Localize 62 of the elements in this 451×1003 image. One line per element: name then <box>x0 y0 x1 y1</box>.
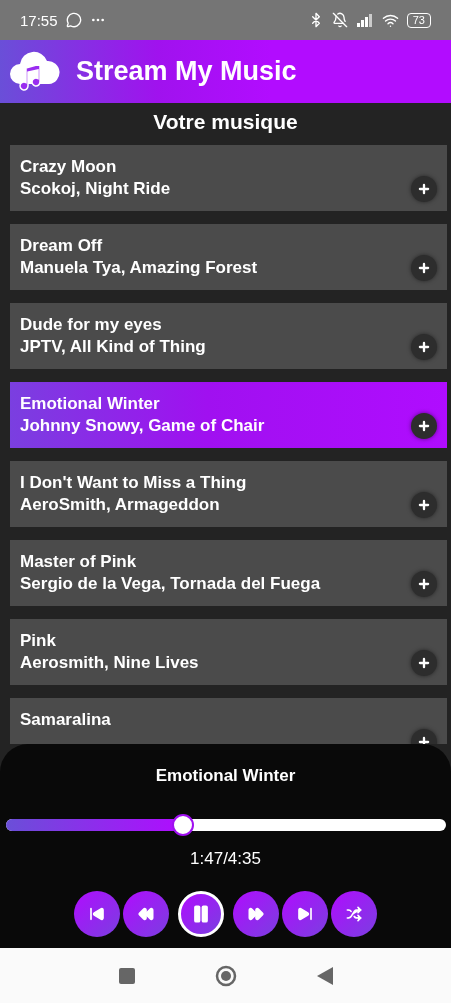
song-title: Dude for my eyes <box>20 315 163 335</box>
song-item[interactable]: Emotional Winter Johnny Snowy, Game of Chair <box>10 382 447 448</box>
add-button[interactable] <box>411 334 437 360</box>
add-button[interactable] <box>411 571 437 597</box>
signal-icon <box>355 13 374 27</box>
song-item[interactable]: Pink Aerosmith, Nine Lives <box>10 619 447 685</box>
add-button[interactable] <box>411 492 437 518</box>
add-button[interactable] <box>411 650 437 676</box>
recent-apps-icon[interactable] <box>118 967 135 984</box>
slider-thumb[interactable] <box>171 814 194 836</box>
plus-icon <box>417 182 431 196</box>
add-button[interactable] <box>411 176 437 202</box>
rewind-button[interactable] <box>123 891 169 937</box>
song-title: I Don't Want to Miss a Thing <box>20 473 248 493</box>
song-artist: JPTV, All Kind of Thing <box>20 337 207 357</box>
add-button[interactable] <box>411 413 437 439</box>
song-title: Dream Off <box>20 236 104 256</box>
song-artist: Manuela Tya, Amazing Forest <box>20 258 259 278</box>
plus-icon <box>417 656 431 670</box>
fast-forward-button[interactable] <box>233 891 279 937</box>
back-icon[interactable] <box>316 966 333 985</box>
song-artist: Aerosmith, Nine Lives <box>20 653 200 673</box>
song-artist: Johnny Snowy, Game of Chair <box>20 416 266 436</box>
shuffle-button[interactable] <box>331 891 377 937</box>
now-playing-title: Emotional Winter <box>155 766 296 786</box>
song-item[interactable]: Dream Off Manuela Tya, Amazing Forest <box>10 224 447 290</box>
plus-icon <box>417 419 431 433</box>
forward-icon <box>248 906 264 922</box>
play-pause-button[interactable] <box>178 891 224 937</box>
chat-icon <box>65 12 82 28</box>
next-button[interactable] <box>282 891 328 937</box>
skip-forward-icon <box>297 906 313 922</box>
plus-icon <box>417 340 431 354</box>
song-title: Crazy Moon <box>20 157 118 177</box>
home-icon[interactable] <box>214 964 237 987</box>
battery-icon: 73 <box>406 12 431 28</box>
plus-icon <box>417 498 431 512</box>
shuffle-icon <box>346 906 362 922</box>
pause-icon <box>191 904 211 924</box>
song-artist: Sergio de la Vega, Tornada del Fuega <box>20 574 322 594</box>
song-title: Emotional Winter <box>20 394 161 414</box>
song-title: Samaralina <box>20 710 112 730</box>
section-title: Votre musique <box>152 109 299 135</box>
bell-off-icon <box>331 12 348 28</box>
song-item[interactable]: I Don't Want to Miss a Thing AeroSmith, Armageddon <box>10 461 447 527</box>
rewind-icon <box>138 906 154 922</box>
song-artist: Scokoj, Night Ride <box>20 179 172 199</box>
song-title: Master of Pink <box>20 552 138 572</box>
skip-back-icon <box>89 906 105 922</box>
song-title: Pink <box>20 631 57 651</box>
previous-button[interactable] <box>74 891 120 937</box>
plus-icon <box>417 577 431 591</box>
app-title: Stream My Music <box>76 56 297 87</box>
song-artist: AeroSmith, Armageddon <box>20 495 221 515</box>
add-button[interactable] <box>411 255 437 281</box>
status-time: 17:55 <box>20 11 58 29</box>
plus-icon <box>417 261 431 275</box>
playback-time: 1:47/4:35 <box>190 849 261 869</box>
song-item[interactable]: Dude for my eyes JPTV, All Kind of Thing <box>10 303 447 369</box>
song-item[interactable]: Crazy Moon Scokoj, Night Ride <box>10 145 447 211</box>
song-item[interactable]: Master of Pink Sergio de la Vega, Tornada del Fuega <box>10 540 447 606</box>
song-item[interactable]: Samaralina <box>10 698 447 744</box>
